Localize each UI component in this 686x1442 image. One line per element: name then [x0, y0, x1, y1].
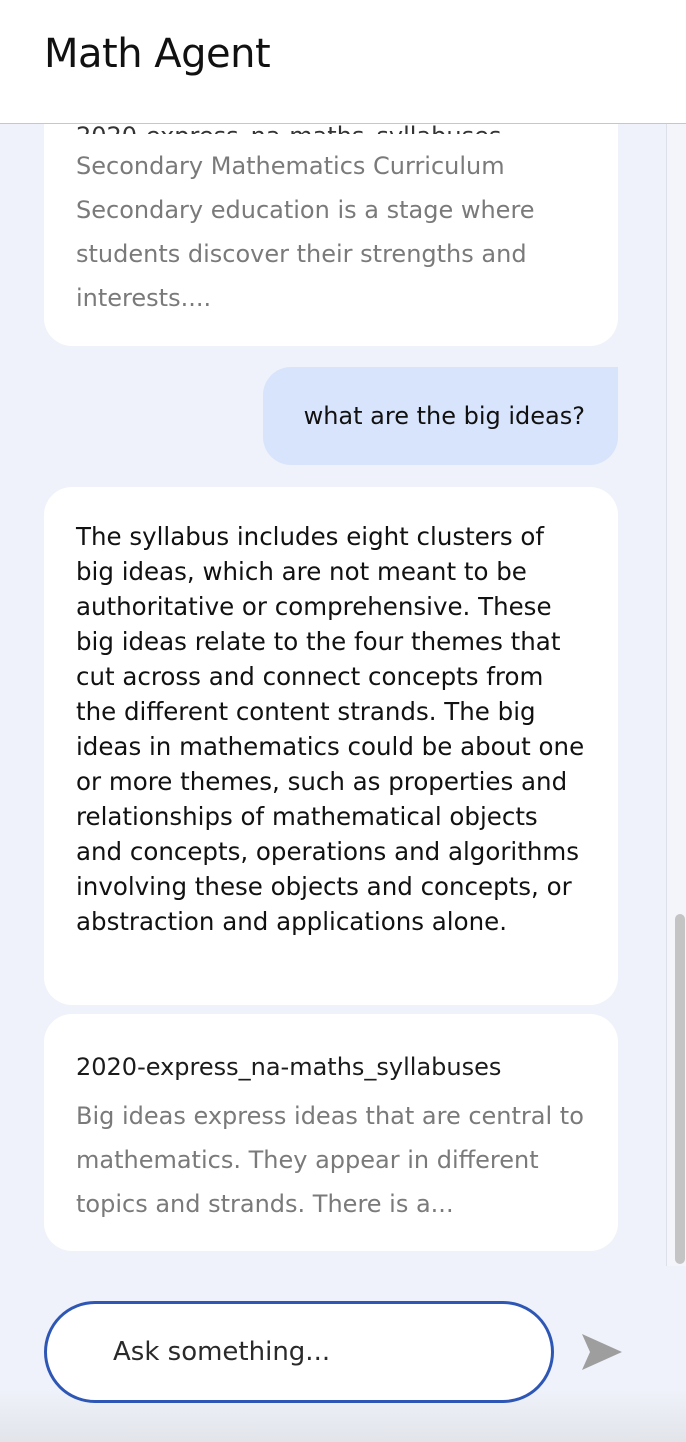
app-header: Math Agent — [0, 0, 686, 124]
source-snippet: Secondary Mathematics Curriculum Seconda… — [76, 152, 535, 312]
send-button[interactable] — [578, 1328, 626, 1376]
page-title: Math Agent — [44, 31, 271, 77]
chat-area[interactable]: 2020-express_na-maths_syllabuses Seconda… — [0, 124, 666, 1266]
user-message-text: what are the big ideas? — [303, 402, 585, 430]
message-input[interactable] — [111, 1336, 515, 1368]
source-card[interactable]: 2020-express_na-maths_syllabuses Seconda… — [44, 124, 618, 346]
user-message: what are the big ideas? — [263, 367, 618, 465]
source-title: 2020-express_na-maths_syllabuses — [76, 1053, 502, 1081]
send-icon — [582, 1334, 622, 1370]
source-snippet: Big ideas express ideas that are central… — [76, 1102, 584, 1218]
source-title: 2020-express_na-maths_syllabuses — [76, 124, 586, 134]
answer-text: The syllabus includes eight clusters of … — [76, 522, 585, 936]
agent-answer: The syllabus includes eight clusters of … — [44, 487, 618, 1005]
scrollbar[interactable] — [666, 124, 686, 1266]
input-area — [0, 1266, 686, 1442]
source-card[interactable]: 2020-express_na-maths_syllabuses Big ide… — [44, 1014, 618, 1251]
message-input-container[interactable] — [44, 1301, 554, 1403]
scrollbar-thumb[interactable] — [675, 914, 685, 1264]
